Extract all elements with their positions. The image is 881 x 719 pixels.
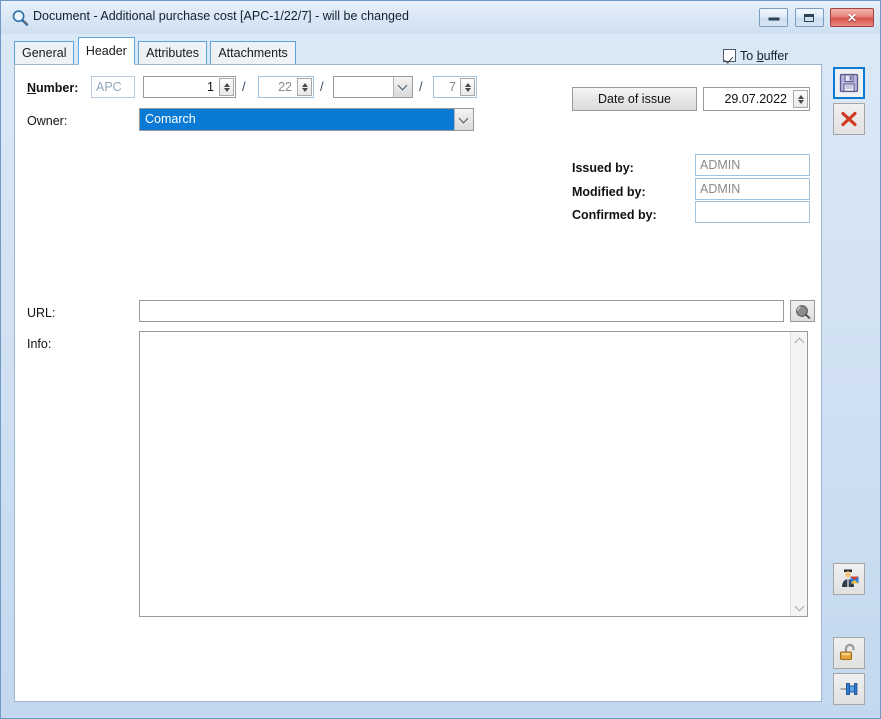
tab-attributes[interactable]: Attributes xyxy=(138,41,207,65)
number-series-value: 1 xyxy=(207,80,214,94)
number-year-spinner[interactable] xyxy=(297,78,312,96)
document-window: Document - Additional purchase cost [APC… xyxy=(0,0,881,719)
number-series-field[interactable]: 1 xyxy=(143,76,236,98)
modified-by-label: Modified by: xyxy=(572,185,646,199)
number-extra-value xyxy=(334,77,393,97)
number-extra-combo[interactable] xyxy=(333,76,413,98)
owner-value: Comarch xyxy=(140,109,454,130)
scroll-up-icon[interactable] xyxy=(791,332,808,349)
open-padlock-icon xyxy=(839,643,855,661)
red-x-close-icon xyxy=(841,111,857,127)
maximize-button[interactable] xyxy=(794,8,824,27)
document-preview-magnifier-icon xyxy=(11,9,29,27)
number-series-spinner[interactable] xyxy=(219,78,234,96)
number-label: Number: xyxy=(27,80,78,96)
confirmed-by-label: Confirmed by: xyxy=(572,208,657,222)
owner-label: Owner: xyxy=(27,114,68,128)
issued-by-field: ADMIN xyxy=(695,154,810,176)
close-icon: ✕ xyxy=(846,10,858,25)
number-counter-value: 7 xyxy=(449,80,456,94)
cancel-button[interactable] xyxy=(833,103,865,135)
confirmed-by-field xyxy=(695,201,810,223)
number-year-value: 22 xyxy=(278,80,292,94)
right-toolbar xyxy=(831,64,871,705)
title-bar: Document - Additional purchase cost [APC… xyxy=(1,1,880,34)
info-label: Info: xyxy=(27,337,52,351)
info-textarea[interactable] xyxy=(139,331,808,617)
chevron-down-icon[interactable] xyxy=(393,77,412,97)
number-label-rest: umber: xyxy=(36,81,79,95)
tab-attachments[interactable]: Attachments xyxy=(210,41,296,65)
tab-general[interactable]: General xyxy=(14,41,75,65)
blue-pin-icon xyxy=(840,683,858,695)
number-counter-spinner[interactable] xyxy=(460,78,475,96)
header-tab-panel: Number: APC 1 / 22 / / 7 Owner: Comarch … xyxy=(14,64,822,702)
number-prefix-field[interactable]: APC xyxy=(91,76,135,98)
window-controls: ✕ xyxy=(756,8,874,28)
modified-by-field: ADMIN xyxy=(695,178,810,200)
number-label-accel: N xyxy=(27,81,37,95)
number-separator-3: / xyxy=(419,79,423,94)
url-input[interactable] xyxy=(139,300,784,322)
close-button[interactable]: ✕ xyxy=(830,8,874,27)
minimize-button[interactable] xyxy=(759,8,789,27)
info-scrollbar[interactable] xyxy=(790,332,807,616)
issued-by-label: Issued by: xyxy=(572,161,634,175)
person-contractor-icon xyxy=(842,569,859,587)
to-buffer-label-accel: b xyxy=(756,49,764,63)
date-of-issue-spinner[interactable] xyxy=(793,90,808,108)
number-separator-2: / xyxy=(320,79,324,94)
number-separator-1: / xyxy=(242,79,246,94)
tab-header[interactable]: Header xyxy=(77,37,135,65)
checkmark-icon xyxy=(723,49,736,62)
date-of-issue-field[interactable]: 29.07.2022 xyxy=(703,87,810,111)
maximize-icon xyxy=(804,13,815,22)
tab-strip: General Header Attributes Attachments xyxy=(14,37,296,65)
unlock-button[interactable] xyxy=(833,637,865,669)
date-of-issue-value: 29.07.2022 xyxy=(724,92,787,106)
save-button[interactable] xyxy=(833,67,865,99)
url-browse-button[interactable] xyxy=(790,300,815,322)
floppy-disk-save-icon xyxy=(839,73,859,93)
to-buffer-label-post: uffer xyxy=(763,49,789,63)
to-buffer-checkbox[interactable]: To buffer xyxy=(723,48,788,64)
window-title: Document - Additional purchase cost [APC… xyxy=(33,9,409,23)
to-buffer-label-pre: To xyxy=(740,49,757,63)
scroll-down-icon[interactable] xyxy=(791,599,808,616)
date-of-issue-button[interactable]: Date of issue xyxy=(572,87,697,111)
chevron-down-icon[interactable] xyxy=(454,109,473,130)
number-counter-field[interactable]: 7 xyxy=(433,76,477,98)
number-year-field[interactable]: 22 xyxy=(258,76,314,98)
url-label: URL: xyxy=(27,306,56,320)
minimize-icon xyxy=(768,17,780,21)
pin-button[interactable] xyxy=(833,673,865,705)
contractor-button[interactable] xyxy=(833,563,865,595)
owner-combo[interactable]: Comarch xyxy=(139,108,474,131)
